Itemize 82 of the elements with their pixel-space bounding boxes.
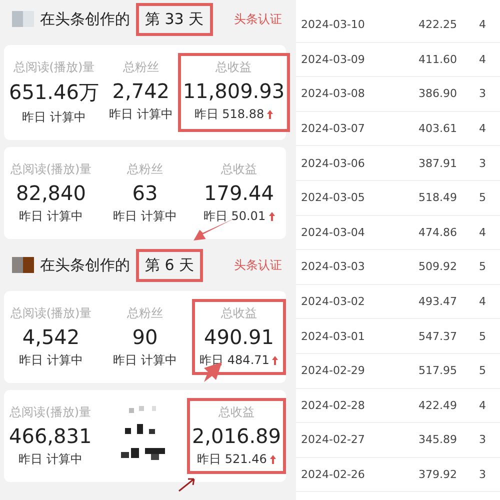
table-cell-text: 4 bbox=[478, 226, 487, 239]
table-cell-text: 3 bbox=[478, 156, 487, 170]
amount-cell-text: 547.37 bbox=[418, 330, 457, 343]
table-cell-text: 3 bbox=[478, 87, 487, 100]
date-cell-text: 2024-02-28 bbox=[301, 398, 366, 412]
stat-value: 651.46万 bbox=[9, 79, 99, 106]
stat-label: 总阅读(播放)量 bbox=[10, 161, 92, 178]
table-cell-text: 4 bbox=[478, 398, 487, 412]
stat-value: 82,840 bbox=[16, 181, 86, 205]
table-cell-text: 4 bbox=[478, 295, 487, 308]
stat-label: 总收益 bbox=[216, 59, 252, 76]
account-title: 在头条创作的 bbox=[40, 256, 130, 274]
amount-cell-text: 411.60 bbox=[418, 52, 457, 66]
stat-value: 90 bbox=[132, 325, 158, 349]
stat-value: 63 bbox=[132, 181, 158, 205]
stat-sub: 昨日 521.46 bbox=[197, 451, 267, 468]
table-cell-text: 5 bbox=[478, 260, 487, 274]
stat-label: 总粉丝 bbox=[127, 305, 163, 322]
amount-cell-text: 422.25 bbox=[418, 18, 457, 32]
stat-label: 总阅读(播放)量 bbox=[10, 305, 92, 322]
table-cell-text: 3 bbox=[478, 433, 487, 446]
stat-label: 总粉丝 bbox=[122, 59, 159, 76]
date-cell-text: 2024-03-10 bbox=[301, 18, 366, 32]
date-cell-text: 2024-03-06 bbox=[301, 156, 366, 170]
date-cell-text: 2024-02-29 bbox=[301, 364, 366, 378]
amount-cell-text: 386.90 bbox=[418, 87, 457, 100]
table-cell-text: 3 bbox=[478, 468, 487, 482]
table-cell-text: 5 bbox=[478, 364, 487, 378]
table-cell-text: 4 bbox=[478, 122, 487, 136]
stat-sub: 昨日 计算中 bbox=[113, 352, 177, 369]
stat-value: 4,542 bbox=[22, 325, 80, 349]
stat-value: 2,742 bbox=[112, 79, 170, 103]
account-title: 在头条创作的 bbox=[40, 10, 130, 28]
day-count: 第 6 天 bbox=[136, 248, 204, 282]
stat-label: 总阅读(播放)量 bbox=[10, 404, 92, 421]
amount-cell-text: 387.91 bbox=[418, 156, 457, 170]
stat-sub: 昨日 计算中 bbox=[108, 106, 173, 123]
stat-sub: 昨日 计算中 bbox=[18, 451, 82, 468]
date-cell-text: 2024-03-08 bbox=[301, 87, 366, 100]
date-cell-text: 2024-03-02 bbox=[301, 295, 366, 308]
table-cell-text: 5 bbox=[478, 330, 487, 343]
stat-value: 2,016.89 bbox=[192, 424, 281, 448]
stat-label: 总阅读(播放)量 bbox=[13, 59, 95, 76]
verified-badge[interactable]: 头条认证 bbox=[234, 10, 282, 28]
stat-sub: 昨日 计算中 bbox=[19, 352, 83, 369]
table-cell-text: 4 bbox=[478, 18, 487, 32]
date-cell-text: 2024-02-27 bbox=[301, 433, 366, 446]
avatar bbox=[12, 11, 34, 27]
stat-label: 总收益 bbox=[221, 161, 257, 178]
date-cell-text: 2024-03-04 bbox=[301, 226, 366, 239]
day-count: 第 33 天 bbox=[136, 2, 213, 36]
amount-cell-text: 403.61 bbox=[418, 122, 457, 136]
amount-cell-text: 517.95 bbox=[418, 364, 457, 378]
amount-cell-text: 518.49 bbox=[418, 191, 457, 204]
date-cell-text: 2024-03-03 bbox=[301, 260, 366, 274]
date-cell-text: 2024-03-01 bbox=[301, 330, 366, 343]
table-cell-text: 4 bbox=[478, 52, 487, 66]
stat-sub: 昨日 计算中 bbox=[113, 208, 177, 225]
avatar bbox=[12, 257, 34, 273]
stat-value: 490.91 bbox=[204, 325, 274, 349]
stat-label: 总收益 bbox=[218, 404, 254, 421]
stat-sub: 昨日 50.01 bbox=[203, 208, 266, 225]
date-cell-text: 2024-03-07 bbox=[301, 122, 366, 136]
table-cell-text: 5 bbox=[478, 191, 487, 204]
amount-cell-text: 474.86 bbox=[418, 226, 457, 239]
stat-sub: 昨日 计算中 bbox=[22, 109, 86, 126]
stat-sub: 昨日 计算中 bbox=[19, 208, 83, 225]
stat-value: 466,831 bbox=[9, 424, 92, 448]
stat-value: 11,809.93 bbox=[182, 79, 285, 103]
date-cell-text: 2024-02-26 bbox=[301, 468, 366, 482]
amount-cell-text: 379.92 bbox=[418, 468, 457, 482]
amount-cell-text: 493.47 bbox=[418, 295, 457, 308]
date-cell-text: 2024-03-09 bbox=[301, 52, 366, 66]
stat-sub: 昨日 518.88 bbox=[194, 106, 264, 123]
amount-cell-text: 509.92 bbox=[418, 260, 457, 274]
date-cell-text: 2024-03-05 bbox=[301, 191, 366, 204]
verified-badge[interactable]: 头条认证 bbox=[234, 256, 282, 274]
stat-label: 总粉丝 bbox=[127, 161, 163, 178]
amount-cell-text: 345.89 bbox=[418, 433, 457, 446]
stat-value: 179.44 bbox=[204, 181, 274, 205]
amount-cell-text: 422.49 bbox=[418, 398, 457, 412]
stat-label: 总收益 bbox=[221, 305, 257, 322]
